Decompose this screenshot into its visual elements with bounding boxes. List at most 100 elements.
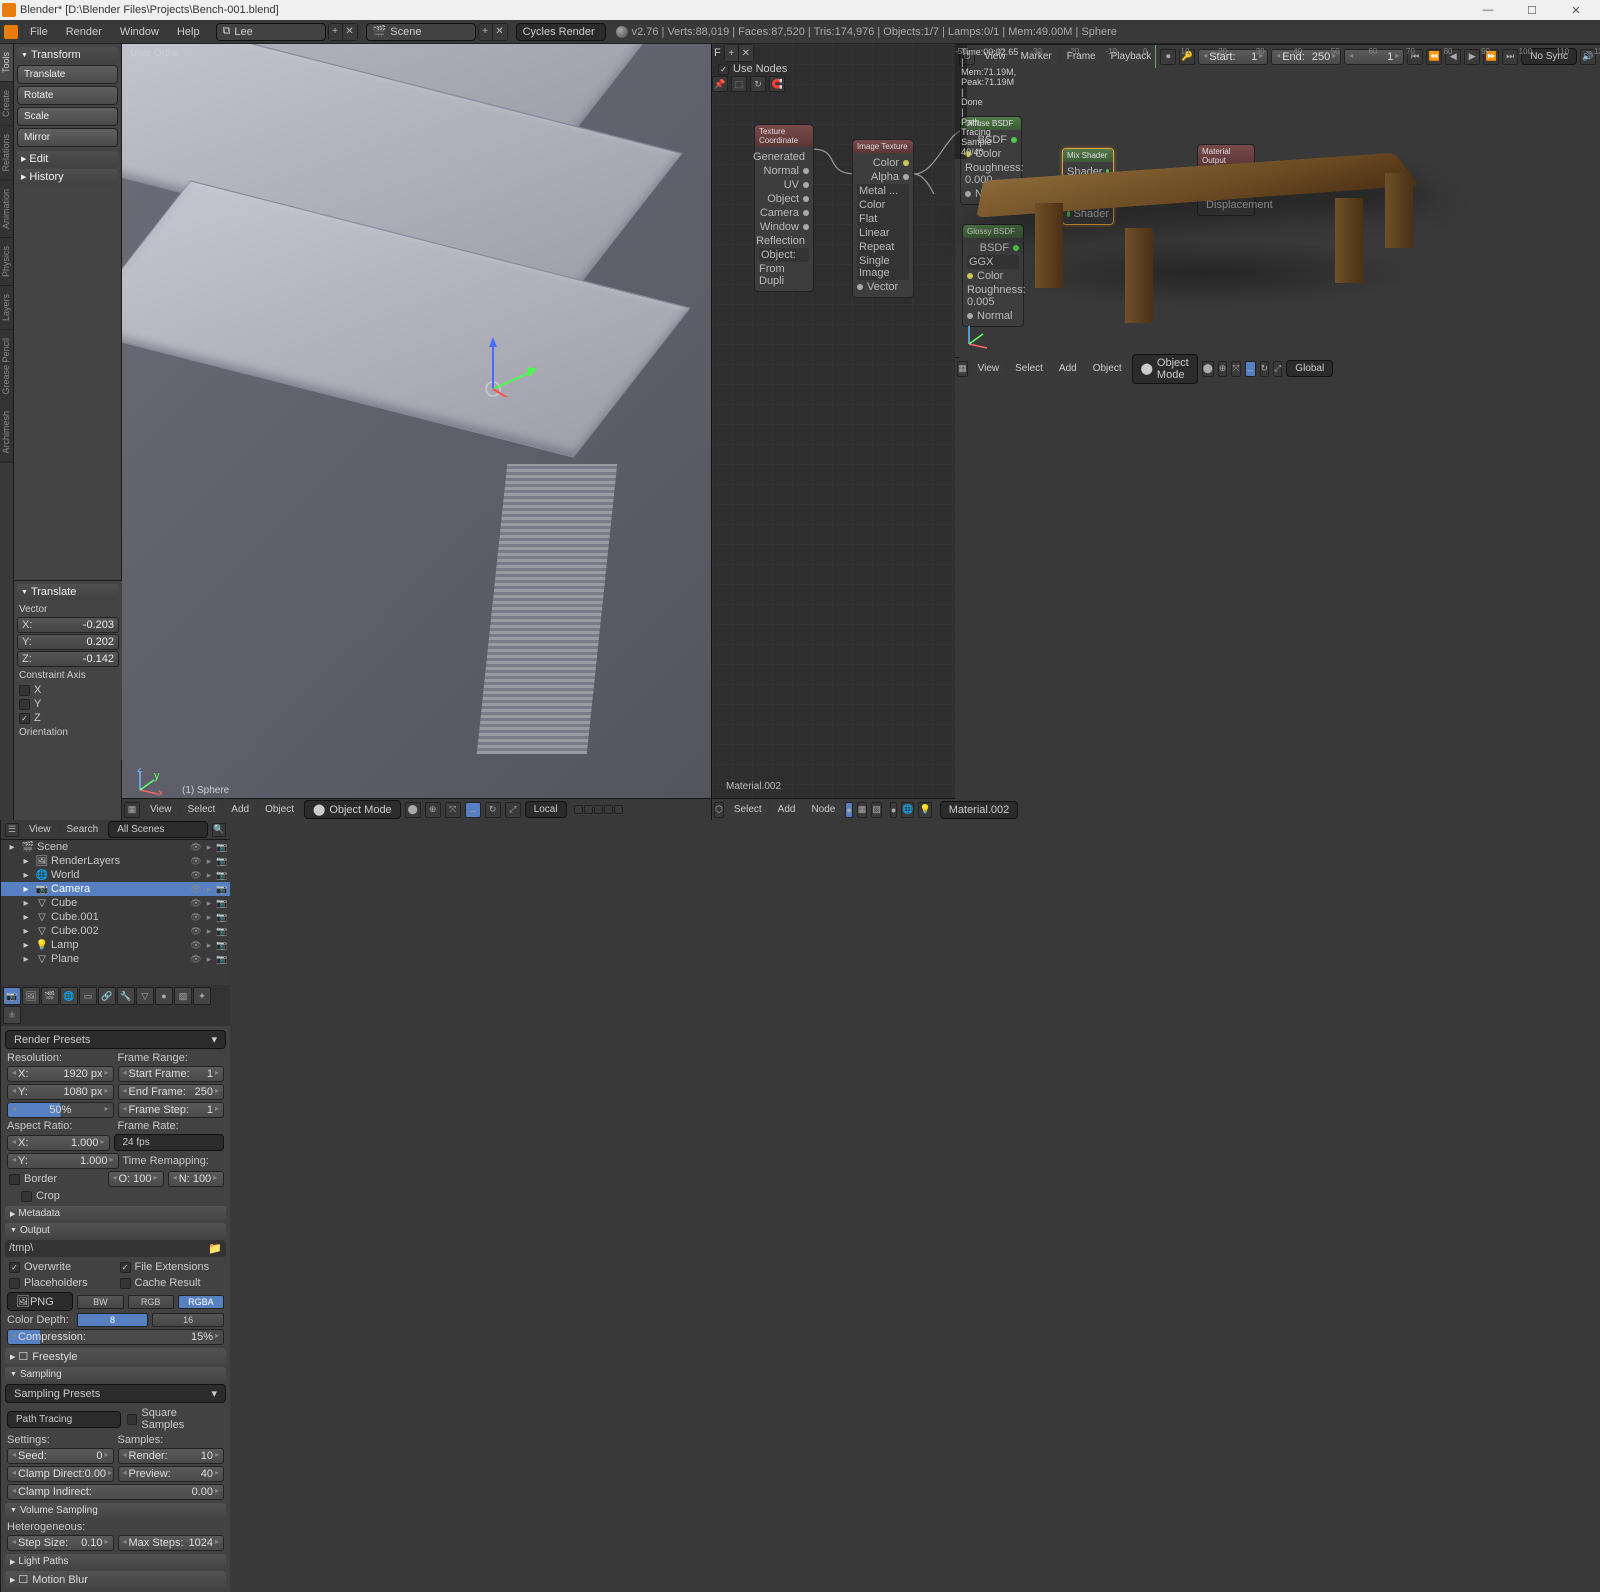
node-texcoord[interactable]: Texture Coordinate Generated Normal UV O… (754, 124, 814, 292)
close-button[interactable]: ✕ (1554, 0, 1598, 20)
outliner[interactable]: ☰ View Search All Scenes 🔍 ▸🎬Scene👁▸📷▸🖼R… (1, 820, 230, 985)
vtab-relations[interactable]: Relations (0, 126, 13, 181)
render-presets-dropdown[interactable]: Render Presets▾ (5, 1030, 226, 1049)
maximize-button[interactable]: ☐ (1510, 0, 1554, 20)
motionblur-panel-head[interactable]: ☐Motion Blur (5, 1571, 226, 1588)
proptab-render[interactable]: 📷 (3, 987, 21, 1005)
res-x-field[interactable]: X:1920 px (7, 1066, 114, 1082)
viewport-shading-icon[interactable]: ⬤ (405, 802, 421, 818)
rv-orientation-dropdown[interactable]: Global (1286, 360, 1333, 377)
new-field[interactable]: N: 100 (168, 1171, 224, 1187)
outliner-item[interactable]: ▸▽Cube.002👁▸📷 (1, 924, 230, 938)
metadata-panel-head[interactable]: Metadata (5, 1206, 226, 1221)
depth16-toggle[interactable]: 16 (152, 1313, 224, 1327)
menu-render[interactable]: Render (58, 23, 110, 41)
volsamp-panel-head[interactable]: Volume Sampling (5, 1503, 226, 1518)
rv-view-menu[interactable]: View (972, 361, 1006, 376)
lightpaths-panel-head[interactable]: Light Paths (5, 1554, 226, 1569)
proptab-texture[interactable]: ▨ (174, 987, 192, 1005)
pin-icon[interactable]: 📌 (712, 76, 728, 92)
object-menu[interactable]: Object (259, 802, 300, 817)
out-view-menu[interactable]: View (23, 822, 57, 837)
bw-toggle[interactable]: BW (77, 1295, 123, 1309)
fileext-check[interactable]: ✓File Extensions (118, 1260, 225, 1274)
editor-type-icon[interactable]: ☰ (5, 823, 19, 837)
outliner-item[interactable]: ▸🎬Scene👁▸📷 (1, 840, 230, 854)
outliner-item[interactable]: ▸🌐World👁▸📷 (1, 868, 230, 882)
op-y-field[interactable]: Y:0.202 (17, 634, 119, 650)
use-nodes-check[interactable]: ✓Use Nodes (716, 62, 955, 76)
3d-manipulator[interactable] (477, 337, 537, 397)
fps-dropdown[interactable]: 24 fps (114, 1134, 225, 1151)
border-check[interactable]: Border (7, 1172, 104, 1186)
manip-translate-icon[interactable]: ↔ (465, 802, 481, 818)
format-dropdown[interactable]: 🖼 PNG (7, 1292, 73, 1311)
op-z-field[interactable]: Z:-0.142 (17, 651, 119, 667)
jump-end-icon[interactable]: ⏭ (1502, 49, 1518, 65)
editor-type-icon[interactable]: ▦ (957, 361, 968, 377)
outliner-item[interactable]: ▸▽Cube👁▸📷 (1, 896, 230, 910)
auto-keyframe-icon[interactable]: ⏺ (1160, 49, 1176, 65)
rv-manip-rotate-icon[interactable]: ↻ (1260, 361, 1270, 377)
pivot-icon[interactable]: ⊕ (425, 802, 441, 818)
layout-add-remove[interactable]: +✕ (328, 23, 358, 41)
texture-icon[interactable]: ▨ (871, 802, 882, 818)
proptab-world[interactable]: 🌐 (60, 987, 78, 1005)
end-frame-field[interactable]: End Frame:250 (118, 1084, 225, 1100)
depth8-toggle[interactable]: 8 (77, 1313, 149, 1327)
output-panel-head[interactable]: Output (5, 1223, 226, 1238)
scale-button[interactable]: Scale (17, 107, 118, 126)
editor-type-icon[interactable]: ⬡ (714, 802, 724, 818)
proptab-scene[interactable]: 🎬 (41, 987, 59, 1005)
panel-transform-head[interactable]: Transform (17, 47, 118, 63)
rv-add-menu[interactable]: Add (1053, 361, 1083, 376)
rv-shading-icon[interactable]: ⬤ (1202, 361, 1214, 377)
proptab-constraint[interactable]: 🔗 (98, 987, 116, 1005)
vtab-create[interactable]: Create (0, 82, 13, 126)
cache-check[interactable]: Cache Result (118, 1276, 225, 1290)
output-path-field[interactable]: /tmp\📁 (5, 1240, 226, 1257)
menu-help[interactable]: Help (169, 23, 208, 41)
freestyle-panel-head[interactable]: ☐Freestyle (5, 1348, 226, 1365)
stepsize-field[interactable]: Step Size:0.10 (7, 1535, 114, 1551)
mirror-button[interactable]: Mirror (17, 128, 118, 147)
outliner-item[interactable]: ▸🖼RenderLayers👁▸📷 (1, 854, 230, 868)
shader-type-icon[interactable]: ● (845, 802, 852, 818)
mat-add-remove[interactable]: +✕ (724, 44, 754, 62)
outliner-item[interactable]: ▸▽Cube.001👁▸📷 (1, 910, 230, 924)
rv-object-menu[interactable]: Object (1087, 361, 1128, 376)
crop-check[interactable]: Crop (19, 1189, 224, 1203)
render-engine-dropdown[interactable]: Cycles Render (516, 23, 606, 41)
rv-pivot-icon[interactable]: ⊕ (1218, 361, 1228, 377)
samp-presets-dropdown[interactable]: Sampling Presets▾ (5, 1384, 226, 1403)
aspect-y-field[interactable]: Y:1.000 (7, 1153, 119, 1169)
out-search-menu[interactable]: Search (61, 822, 105, 837)
keyframe-prev-icon[interactable]: ⏪ (1426, 49, 1442, 65)
maxsteps-field[interactable]: Max Steps:1024 (118, 1535, 225, 1551)
rotate-button[interactable]: Rotate (17, 86, 118, 105)
clamp-direct-field[interactable]: Clamp Direct:0.00 (7, 1466, 114, 1482)
world-shader-icon[interactable]: 🌐 (901, 802, 914, 818)
mode-dropdown[interactable]: ⬤Object Mode (304, 800, 401, 819)
view-menu[interactable]: View (144, 802, 178, 817)
select-menu[interactable]: Select (182, 802, 222, 817)
node-editor[interactable]: Texture Coordinate Generated Normal UV O… (712, 44, 955, 820)
editor-type-icon[interactable]: ▦ (124, 802, 140, 818)
manipulator-toggle-icon[interactable]: ⤧ (445, 802, 461, 818)
old-field[interactable]: O: 100 (108, 1171, 164, 1187)
snap-icon[interactable]: 🧲 (769, 76, 785, 92)
vtab-layers[interactable]: Layers (0, 286, 13, 330)
vtab-animation[interactable]: Animation (0, 181, 13, 238)
constraint-z-check[interactable]: ✓Z (17, 711, 119, 725)
rgba-toggle[interactable]: RGBA (178, 1295, 224, 1309)
proptab-modifier[interactable]: 🔧 (117, 987, 135, 1005)
rv-manipulator-icon[interactable]: ⤧ (1231, 361, 1240, 377)
scene-add-remove[interactable]: +✕ (478, 23, 508, 41)
seed-field[interactable]: Seed:0 (7, 1448, 114, 1464)
layer-buttons[interactable] (574, 805, 623, 814)
translate-button[interactable]: Translate (17, 65, 118, 84)
sampling-panel-head[interactable]: Sampling (5, 1367, 226, 1382)
rv-manip-scale-icon[interactable]: ⤢ (1273, 361, 1282, 377)
proptab-physics[interactable]: ⚛ (3, 1006, 21, 1024)
op-x-field[interactable]: X:-0.203 (17, 617, 119, 633)
